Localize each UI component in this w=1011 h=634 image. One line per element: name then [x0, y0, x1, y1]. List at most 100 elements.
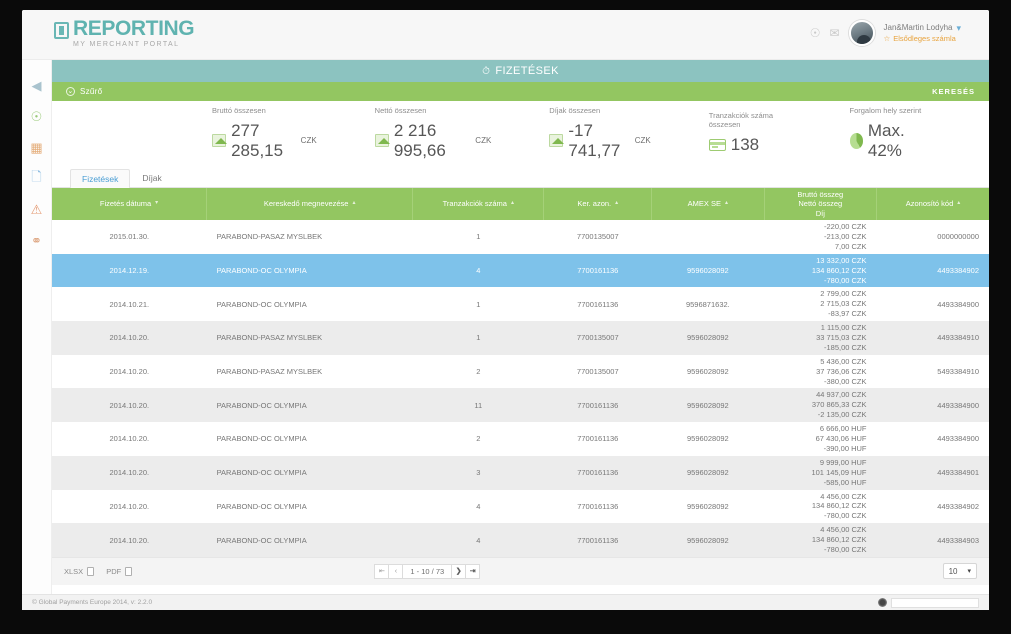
col-transaction-count[interactable]: Tranzakciók száma ▴: [412, 188, 545, 221]
cell-fee-amount: -780,00 CZK: [823, 544, 867, 554]
sidebar-item-user[interactable]: ⚭: [29, 233, 45, 249]
cell-payment-date: 2014.10.20.: [109, 333, 150, 343]
tab-fees[interactable]: Díjak: [130, 168, 173, 187]
cell-transaction-count: 11: [474, 400, 483, 410]
search-button[interactable]: KERESÉS: [932, 87, 975, 96]
cell-identifier-code: 4493384900: [937, 299, 979, 309]
cell-merchant-id: 7700161136: [577, 266, 619, 276]
cell-transaction-count: 1: [476, 333, 481, 343]
cell-identifier-code: 4493384900: [937, 400, 979, 410]
status-right: [878, 597, 979, 608]
sidebar-item-documents[interactable]: 🗋: [29, 169, 45, 187]
globe-icon: [878, 598, 887, 607]
cell-fee-amount: -585,00 HUF: [823, 477, 867, 487]
stat-value: -17 741,77: [568, 120, 621, 160]
app-logo[interactable]: REPORTING MY MERCHANT PORTAL: [54, 17, 195, 48]
table-row[interactable]: 2014.10.20. PARABOND-OC OLYMPIA 4 770016113…: [52, 523, 989, 557]
page-size-select[interactable]: 10 ▾: [942, 563, 977, 580]
table-row[interactable]: 2014.10.20. PARABOND-OC OLYMPIA 11 77001611…: [52, 388, 989, 423]
table-row[interactable]: 2014.10.21. PARABOND-OC OLYMPIA 1 770016113…: [52, 287, 989, 322]
prev-page-button[interactable]: ‹: [388, 563, 404, 579]
export-xlsx-button[interactable]: XLSX: [64, 566, 95, 576]
col-merchant-id[interactable]: Ker. azon. ▴: [543, 188, 653, 221]
last-page-button[interactable]: ⇥: [465, 563, 481, 579]
cell-merchant-id: 7700161136: [577, 501, 619, 511]
stat-fees-total: Díjak összesen -17 741,77 CZK: [549, 106, 651, 161]
cell-amounts: 2 799,00 CZK 2 715,03 CZK -83,97 CZK: [764, 287, 876, 321]
user-account-label: Elsődleges számla: [893, 33, 956, 43]
pagination: ⇤ ‹ 1 - 10 / 73 ❯ ⇥: [374, 563, 481, 579]
logo-title: REPORTING: [73, 17, 195, 40]
export-pdf-button[interactable]: PDF: [106, 566, 133, 576]
table-row[interactable]: 2014.10.20. PARABOND-PASAZ MYSLBEK 2 770013…: [52, 354, 989, 389]
cell-gross-amount: 2 799,00 CZK: [820, 289, 867, 299]
stat-net-total: Nettó összesen 2 216 995,66 CZK: [374, 106, 492, 161]
stat-currency: CZK: [300, 136, 317, 145]
stat-label: Forgalom hely szerint: [849, 105, 922, 115]
col-merchant-name[interactable]: Kereskedő megnevezése ▴: [206, 188, 414, 221]
table-row[interactable]: 2014.10.20. PARABOND-OC OLYMPIA 2 770016113…: [52, 422, 989, 456]
cell-fee-amount: -390,00 HUF: [823, 443, 867, 453]
user-info[interactable]: Jan&Martin Lodyha ▾ ☆ Elsődleges számla: [884, 23, 961, 44]
col-label: Fizetés dátuma: [99, 199, 152, 209]
table-row[interactable]: 2014.12.19. PARABOND-OC OLYMPIA 4 770016113…: [52, 253, 989, 288]
avatar[interactable]: [848, 20, 875, 46]
brand-header: REPORTING MY MERCHANT PORTAL ☉ ✉ Jan&Mar…: [22, 10, 989, 60]
cell-merchant-id: 7700161136: [577, 299, 619, 309]
col-amounts[interactable]: Bruttó összeg Nettó összeg Díj: [764, 188, 878, 221]
payments-table: Fizetés dátuma ▾ Kereskedő megnevezése ▴ T…: [52, 188, 989, 557]
table-body: 2015.01.30. PARABOND-PASAZ MYSLBEK 1 770013…: [52, 220, 989, 557]
cell-gross-amount: 1 115,00 CZK: [820, 323, 867, 333]
page-size-value: 10: [948, 566, 958, 576]
filter-toggle[interactable]: ⌄ Szűrő: [66, 87, 102, 96]
cell-payment-date: 2014.12.19.: [109, 266, 150, 276]
mail-icon[interactable]: ✉: [829, 26, 839, 40]
chevron-down-icon[interactable]: ▾: [956, 23, 961, 34]
table-row[interactable]: 2014.10.20. PARABOND-OC OLYMPIA 3 770016113…: [52, 455, 989, 490]
sidebar-item-alerts[interactable]: ⚠: [29, 202, 45, 218]
cell-identifier-code: 4493384902: [937, 266, 979, 276]
col-identifier-code[interactable]: Azonosító kód ▴: [876, 188, 989, 221]
user-area: ☉ ✉ Jan&Martin Lodyha ▾ ☆ Elsődleges szá…: [810, 20, 961, 46]
chart-icon: [549, 134, 565, 147]
stat-turnover-by-location: Forgalom hely szerint Max. 42%: [849, 105, 931, 161]
cell-amex-se: 9596028092: [687, 535, 729, 545]
status-input[interactable]: [891, 597, 979, 608]
sidebar-item-collapse[interactable]: ◀: [29, 78, 45, 94]
table-row[interactable]: 2014.10.20. PARABOND-OC OLYMPIA 4 770016113…: [52, 489, 989, 524]
tab-bar: Fizetések Díjak: [52, 166, 989, 188]
cell-gross-amount: -220,00 CZK: [823, 222, 867, 232]
bell-icon[interactable]: ☉: [810, 26, 821, 40]
chevron-down-circle-icon[interactable]: ⌄: [66, 87, 75, 96]
status-bar: © Global Payments Europe 2014, v: 2.2.0: [22, 594, 989, 610]
stat-currency: CZK: [475, 136, 492, 145]
table-row[interactable]: 2015.01.30. PARABOND-PASAZ MYSLBEK 1 770013…: [52, 220, 989, 254]
tab-payments[interactable]: Fizetések: [70, 169, 131, 188]
cell-net-amount: 2 715,03 CZK: [820, 299, 867, 309]
col-label-net: Nettó összeg: [798, 199, 843, 209]
sidebar-item-card[interactable]: ▦: [29, 140, 45, 156]
cell-merchant-id: 7700161136: [577, 468, 619, 478]
stats-strip: Bruttó összesen 277 285,15 CZK Nettó össz…: [52, 101, 989, 166]
export-xlsx-label: XLSX: [64, 566, 84, 576]
main-content: ⏱ FIZETÉSEK ⌄ Szűrő KERESÉS Bruttó össze…: [52, 60, 989, 600]
cell-identifier-code: 5493384910: [937, 367, 979, 377]
cell-merchant-name: PARABOND-OC OLYMPIA: [216, 434, 307, 444]
stat-value: 2 216 995,66: [393, 120, 446, 160]
stat-gross-total: Bruttó összesen 277 285,15 CZK: [212, 106, 317, 161]
col-payment-date[interactable]: Fizetés dátuma ▾: [52, 188, 208, 221]
cell-payment-date: 2014.10.20.: [109, 434, 150, 444]
sort-asc-icon: ▴: [957, 200, 961, 207]
sidebar-item-payments[interactable]: ☉: [29, 109, 45, 125]
cell-fee-amount: 7,00 CZK: [834, 241, 867, 251]
next-page-button[interactable]: ❯: [451, 563, 467, 579]
card-icon: [708, 139, 726, 151]
stat-label: Bruttó összesen: [212, 105, 266, 115]
table-row[interactable]: 2014.10.20. PARABOND-PASAZ MYSLBEK 1 770013…: [52, 321, 989, 355]
first-page-button[interactable]: ⇤: [374, 563, 390, 579]
cell-fee-amount: -2 135,00 CZK: [817, 410, 867, 420]
cell-net-amount: 67 430,06 HUF: [815, 434, 867, 444]
pdf-file-icon: [125, 566, 133, 576]
col-amex-se[interactable]: AMEX SE ▴: [651, 188, 765, 221]
cell-gross-amount: 13 332,00 CZK: [816, 255, 867, 265]
